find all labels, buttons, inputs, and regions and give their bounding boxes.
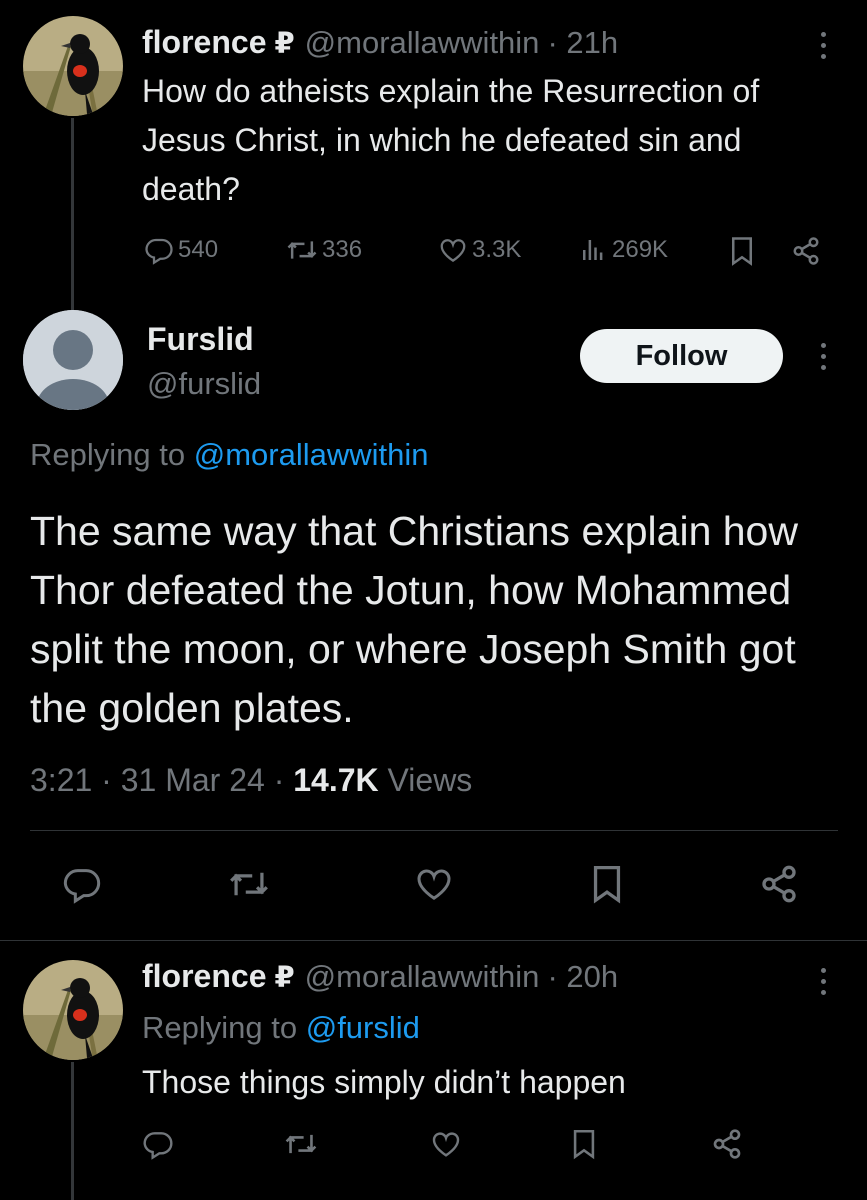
tweet1-reply-button[interactable]: 540 (144, 235, 218, 265)
thread-line-top (71, 118, 74, 314)
main-reply-button[interactable] (62, 864, 102, 904)
bookmark-icon (732, 237, 752, 266)
meta-separator: · (273, 762, 294, 798)
tweet1-repost-count: 336 (322, 236, 363, 263)
views-icon (583, 240, 603, 260)
main-replying-to: Replying to @morallawwithin (30, 437, 428, 473)
reply-icon (143, 1132, 173, 1160)
avatar-florence-reply[interactable] (23, 960, 123, 1060)
main-text: The same way that Christians explain how… (30, 508, 798, 731)
badge-icon: ₽ (274, 962, 295, 994)
main-more-icon[interactable] (818, 343, 828, 370)
tweet3-repost-button[interactable] (284, 1128, 318, 1160)
tweet3-share-button[interactable] (710, 1128, 744, 1160)
tweet3-text: Those things simply didn’t happen (142, 1064, 626, 1100)
main-views-count: 14.7K (293, 762, 379, 798)
tweet3-handle[interactable]: @morallawwithin (305, 959, 540, 995)
main-replying-handle[interactable]: @morallawwithin (194, 437, 429, 472)
meta-separator: · (101, 762, 121, 798)
tweet3-replying-prefix: Replying to (142, 1010, 298, 1045)
main-time[interactable]: 3:21 (30, 762, 92, 798)
like-icon (417, 869, 451, 900)
repost-icon (230, 872, 268, 896)
main-repost-button[interactable] (228, 864, 270, 904)
like-icon (432, 1132, 460, 1157)
tweet1-share-button[interactable] (790, 236, 822, 266)
tweet3-bookmark-button[interactable] (570, 1128, 598, 1160)
repost-icon (285, 1134, 317, 1154)
tweet1-text: How do atheists explain the Resurrection… (142, 73, 760, 207)
tweet3-replying-to: Replying to @furslid (142, 1010, 420, 1046)
bookmark-icon (593, 866, 621, 904)
main-handle[interactable]: @furslid (147, 366, 261, 402)
tweet1-like-count: 3.3K (472, 236, 522, 263)
reply-icon (145, 238, 173, 265)
tweet3-more-icon[interactable] (818, 968, 828, 995)
tweet1-reply-count: 540 (178, 236, 219, 263)
tweet1-repost-button[interactable]: 336 (286, 235, 362, 265)
thread-line-bottom (71, 1062, 74, 1200)
tweet3-reply-button[interactable] (142, 1128, 174, 1160)
follow-button[interactable]: Follow (580, 329, 783, 383)
tweet3-time[interactable]: · 20h (547, 959, 618, 995)
share-icon (713, 1129, 741, 1159)
main-meta: 3:21 · 31 Mar 24 · 14.7K Views (30, 762, 472, 799)
main-bookmark-button[interactable] (589, 864, 625, 904)
tweet1-handle[interactable]: @morallawwithin (305, 25, 540, 61)
main-replying-prefix: Replying to (30, 437, 186, 472)
tweet1-views-count: 269K (612, 236, 669, 263)
badge-icon: ₽ (274, 28, 295, 60)
like-icon (440, 239, 466, 262)
tweet1-bookmark-button[interactable] (728, 236, 756, 266)
main-date[interactable]: 31 Mar 24 (121, 762, 265, 798)
main-name[interactable]: Furslid (147, 321, 254, 358)
divider-main (0, 940, 867, 941)
main-views-label: Views (387, 762, 473, 798)
tweet1-name[interactable]: florence (142, 24, 266, 61)
tweet1-more-icon[interactable] (818, 32, 828, 59)
avatar-florence[interactable] (23, 16, 123, 116)
tweet3-name[interactable]: florence (142, 958, 266, 995)
tweet1-like-button[interactable]: 3.3K (438, 235, 521, 265)
main-like-button[interactable] (413, 864, 455, 904)
main-share-button[interactable] (758, 864, 800, 904)
avatar-furslid[interactable] (23, 310, 123, 410)
tweet3-like-button[interactable] (430, 1128, 462, 1160)
tweet3-header: florence ₽ @morallawwithin · 20h (142, 958, 618, 995)
repost-icon (287, 241, 317, 259)
divider-meta (30, 830, 838, 831)
share-icon (762, 865, 796, 903)
tweet1-views-button[interactable]: 269K (578, 235, 668, 265)
tweet3-replying-handle[interactable]: @furslid (306, 1010, 420, 1045)
reply-icon (63, 869, 101, 904)
tweet1-header: florence ₽ @morallawwithin · 21h (142, 24, 618, 61)
tweet1-time[interactable]: · 21h (547, 25, 618, 61)
share-icon (793, 237, 819, 265)
bookmark-icon (573, 1130, 595, 1160)
